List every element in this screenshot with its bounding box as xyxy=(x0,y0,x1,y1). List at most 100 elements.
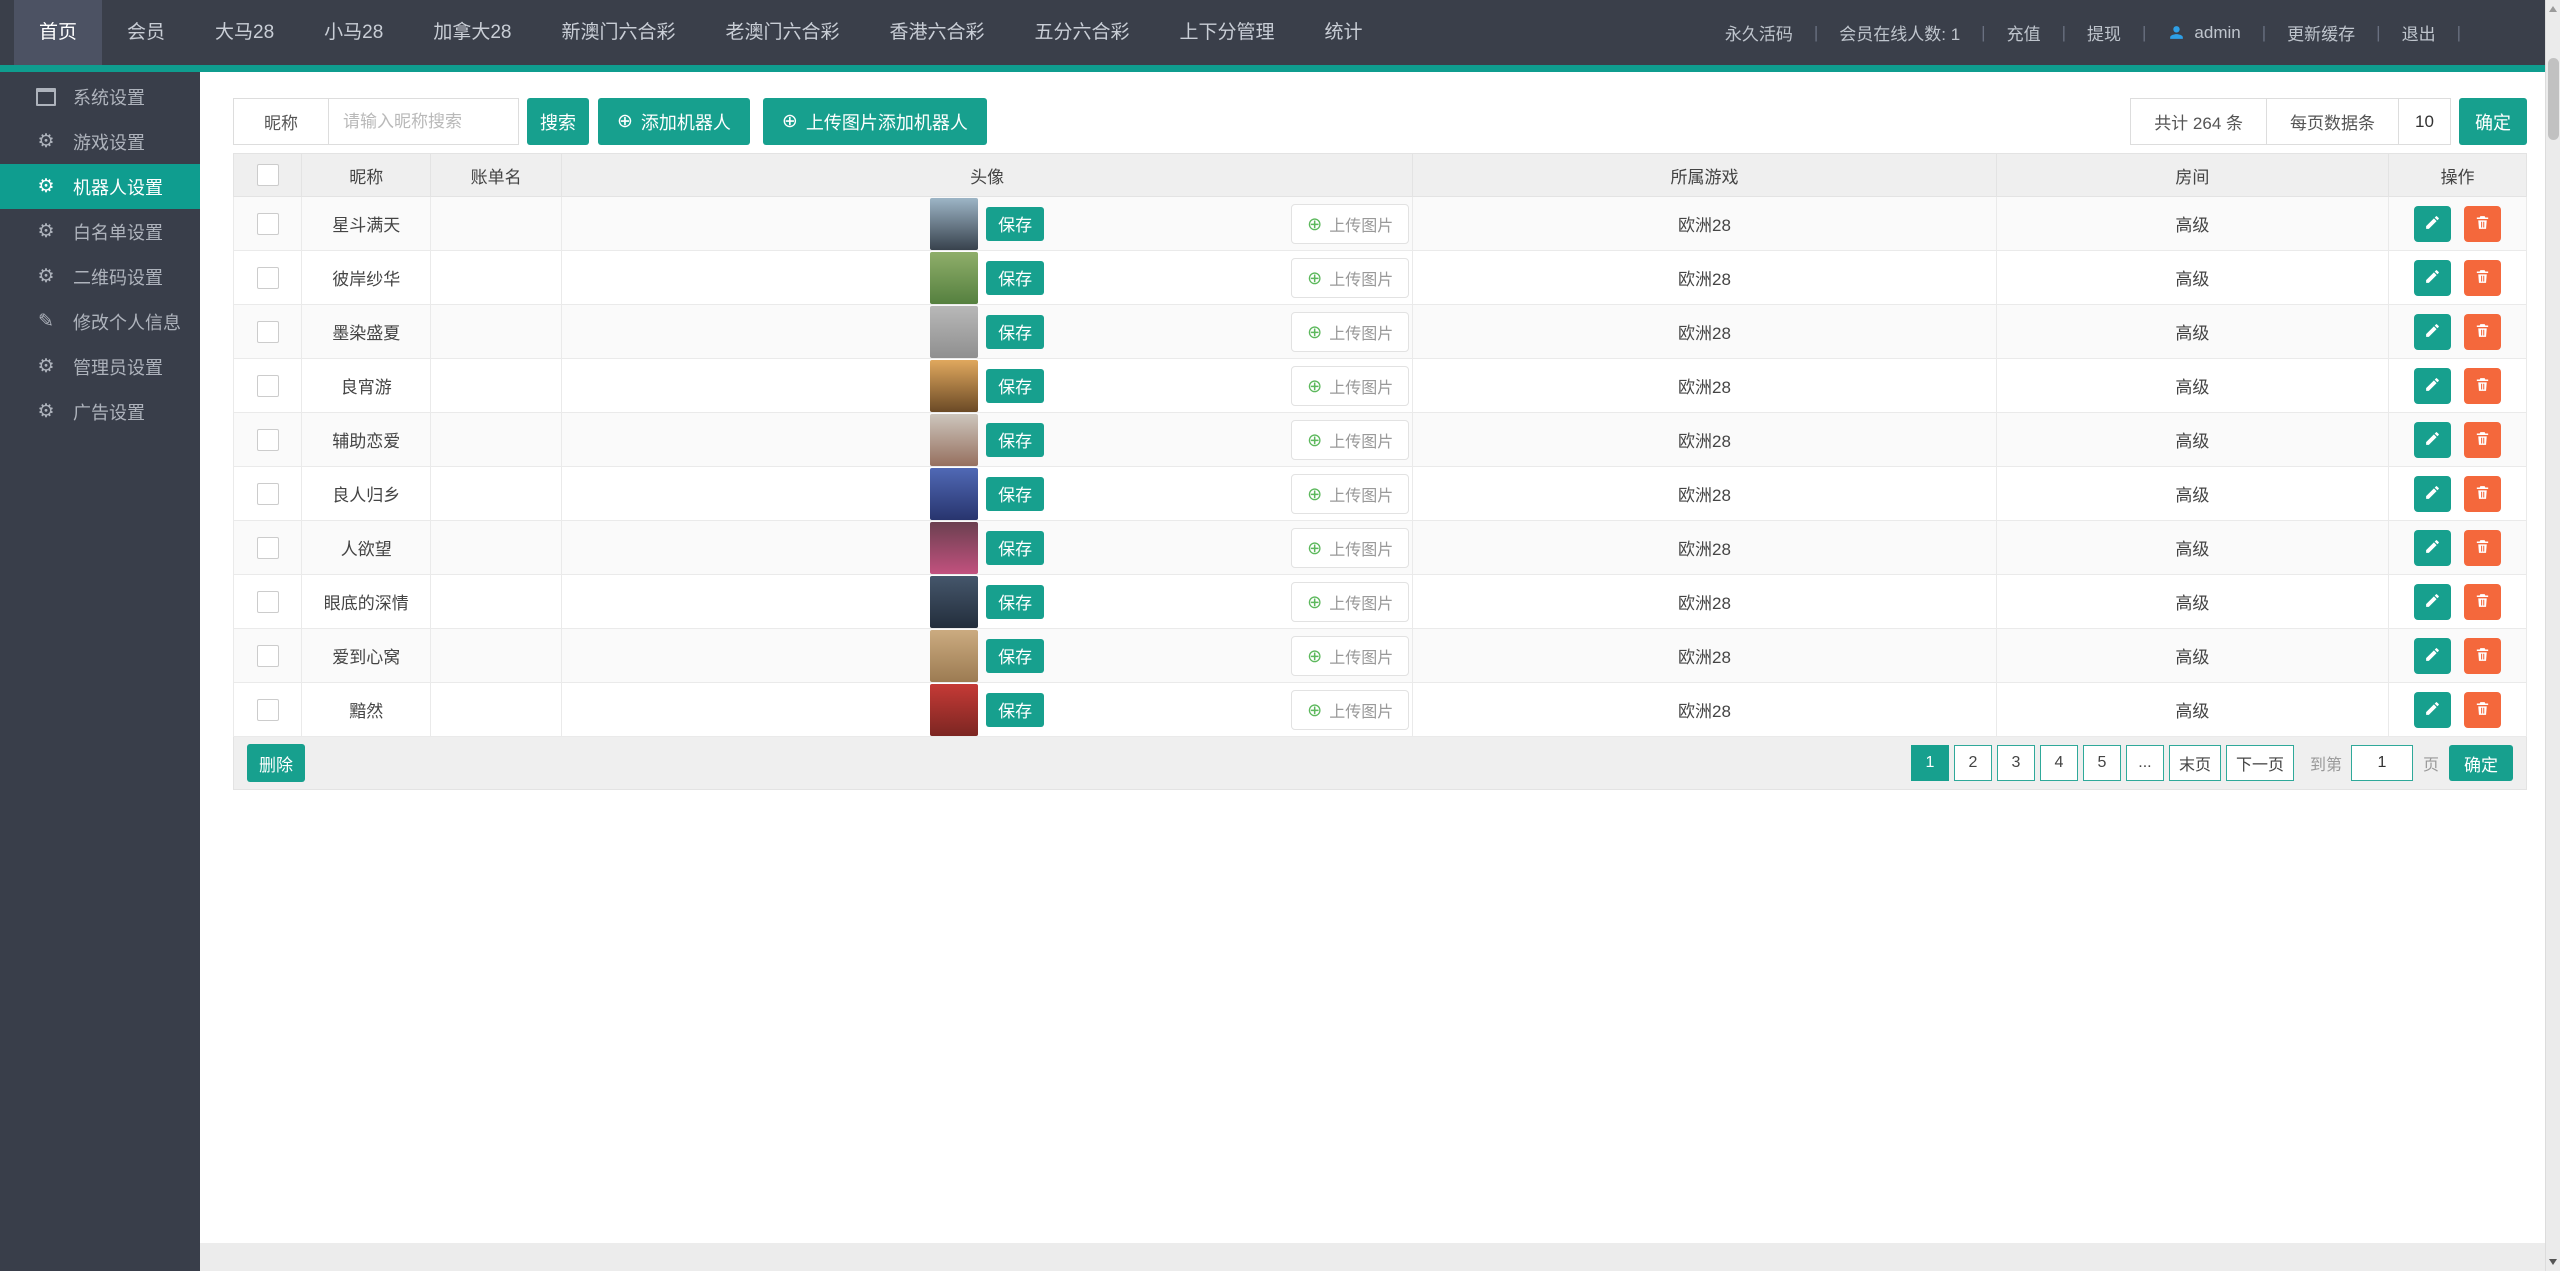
topbar-meta-item[interactable]: 退出 xyxy=(2402,20,2482,45)
add-robot-button[interactable]: ⊕ 添加机器人 xyxy=(598,98,750,145)
edit-button[interactable] xyxy=(2414,475,2452,512)
scroll-down-icon[interactable] xyxy=(2549,1259,2557,1265)
save-button[interactable]: 保存 xyxy=(986,422,1045,457)
page-button[interactable]: 下一页 xyxy=(2225,745,2294,781)
topbar-meta-item[interactable]: admin xyxy=(2167,23,2287,43)
upload-image-button[interactable]: ⊕ 上传图片 xyxy=(1291,582,1410,622)
upload-image-button[interactable]: ⊕ 上传图片 xyxy=(1291,690,1410,730)
upload-image-button[interactable]: ⊕ 上传图片 xyxy=(1291,258,1410,298)
save-button[interactable]: 保存 xyxy=(986,314,1045,349)
sidebar-item[interactable]: ⚙ 游戏设置 xyxy=(0,119,200,164)
save-button[interactable]: 保存 xyxy=(986,530,1045,565)
topbar-meta-item[interactable]: 会员在线人数: 1 xyxy=(1839,20,2006,45)
per-page-confirm-button[interactable]: 确定 xyxy=(2459,98,2527,145)
nav-tab[interactable]: 五分六合彩 xyxy=(1010,0,1155,65)
row-checkbox[interactable] xyxy=(256,428,279,451)
topbar-meta-item[interactable]: 提现 xyxy=(2087,20,2167,45)
save-button[interactable]: 保存 xyxy=(986,206,1045,241)
search-input[interactable] xyxy=(329,98,519,145)
upload-add-robot-button[interactable]: ⊕ 上传图片添加机器人 xyxy=(762,98,987,145)
save-button[interactable]: 保存 xyxy=(986,692,1045,727)
upload-image-button[interactable]: ⊕ 上传图片 xyxy=(1291,312,1410,352)
edit-button[interactable] xyxy=(2414,313,2452,350)
row-checkbox[interactable] xyxy=(256,212,279,235)
topbar-meta-item[interactable]: 永久活码 xyxy=(1725,20,1839,45)
page-button[interactable]: 3 xyxy=(1996,745,2035,781)
delete-row-button[interactable] xyxy=(2463,637,2501,674)
edit-button[interactable] xyxy=(2414,259,2452,296)
edit-button[interactable] xyxy=(2414,205,2452,242)
topbar-meta-item[interactable]: 更新缓存 xyxy=(2287,20,2401,45)
save-button[interactable]: 保存 xyxy=(986,638,1045,673)
row-checkbox[interactable] xyxy=(256,698,279,721)
delete-row-button[interactable] xyxy=(2463,691,2501,728)
edit-button[interactable] xyxy=(2414,421,2452,458)
nav-tab[interactable]: 统计 xyxy=(1300,0,1388,65)
delete-row-button[interactable] xyxy=(2463,529,2501,566)
page-button[interactable]: 5 xyxy=(2082,745,2121,781)
edit-button[interactable] xyxy=(2414,637,2452,674)
edit-button[interactable] xyxy=(2414,367,2452,404)
row-checkbox[interactable] xyxy=(256,266,279,289)
save-button[interactable]: 保存 xyxy=(986,260,1045,295)
upload-image-button[interactable]: ⊕ 上传图片 xyxy=(1291,528,1410,568)
edit-button[interactable] xyxy=(2414,583,2452,620)
page-button[interactable]: 2 xyxy=(1953,745,1992,781)
save-button[interactable]: 保存 xyxy=(986,584,1045,619)
delete-row-button[interactable] xyxy=(2463,313,2501,350)
nav-tab[interactable]: 小马28 xyxy=(299,0,408,65)
scrollbar-thumb[interactable] xyxy=(2548,58,2559,140)
delete-row-button[interactable] xyxy=(2463,205,2501,242)
sidebar-item[interactable]: ⚙ 广告设置 xyxy=(0,389,200,434)
scroll-up-icon[interactable] xyxy=(2549,6,2557,12)
row-checkbox[interactable] xyxy=(256,644,279,667)
row-checkbox[interactable] xyxy=(256,482,279,505)
nav-tab[interactable]: 上下分管理 xyxy=(1155,0,1300,65)
goto-confirm-button[interactable]: 确定 xyxy=(2449,745,2513,781)
row-checkbox[interactable] xyxy=(256,320,279,343)
upload-image-button[interactable]: ⊕ 上传图片 xyxy=(1291,420,1410,460)
page-button[interactable]: 末页 xyxy=(2168,745,2221,781)
nav-tab[interactable]: 首页 xyxy=(14,0,103,65)
bulk-delete-button[interactable]: 删除 xyxy=(247,744,305,782)
row-checkbox[interactable] xyxy=(256,536,279,559)
upload-image-button[interactable]: ⊕ 上传图片 xyxy=(1291,636,1410,676)
sidebar-item[interactable]: ⚙ 白名单设置 xyxy=(0,209,200,254)
main-area: 昵称 搜索 ⊕ 添加机器人 ⊕ 上传图片添加机器人 共计 264 条 xyxy=(200,72,2560,1271)
upload-image-button[interactable]: ⊕ 上传图片 xyxy=(1291,474,1410,514)
save-button[interactable]: 保存 xyxy=(986,368,1045,403)
sidebar-item[interactable]: 系统设置 xyxy=(0,74,200,119)
edit-button[interactable] xyxy=(2414,529,2452,566)
row-checkbox[interactable] xyxy=(256,374,279,397)
goto-page-input[interactable] xyxy=(2350,745,2413,781)
delete-row-button[interactable] xyxy=(2463,421,2501,458)
upload-image-button[interactable]: ⊕ 上传图片 xyxy=(1291,366,1410,406)
delete-row-button[interactable] xyxy=(2463,259,2501,296)
select-all-checkbox[interactable] xyxy=(256,164,279,186)
page-button[interactable]: ... xyxy=(2125,745,2164,781)
nav-tab[interactable]: 新澳门六合彩 xyxy=(536,0,700,65)
nav-tab[interactable]: 会员 xyxy=(102,0,190,65)
per-page-input[interactable] xyxy=(2398,99,2450,144)
topbar-meta-item[interactable]: 充值 xyxy=(2007,20,2087,45)
upload-image-button[interactable]: ⊕ 上传图片 xyxy=(1291,204,1410,244)
nav-tab[interactable]: 香港六合彩 xyxy=(864,0,1009,65)
nav-tab[interactable]: 老澳门六合彩 xyxy=(700,0,864,65)
sidebar-item[interactable]: ⚙ 机器人设置 xyxy=(0,164,200,209)
sidebar-item[interactable]: ✎ 修改个人信息 xyxy=(0,299,200,344)
save-button[interactable]: 保存 xyxy=(986,476,1045,511)
nav-tab[interactable]: 大马28 xyxy=(190,0,299,65)
delete-row-button[interactable] xyxy=(2463,475,2501,512)
row-checkbox[interactable] xyxy=(256,590,279,613)
delete-row-button[interactable] xyxy=(2463,583,2501,620)
vertical-scrollbar[interactable] xyxy=(2545,0,2560,1271)
sidebar-item[interactable]: ⚙ 二维码设置 xyxy=(0,254,200,299)
nav-tab[interactable]: 加拿大28 xyxy=(408,0,536,65)
sidebar-item[interactable]: ⚙ 管理员设置 xyxy=(0,344,200,389)
delete-row-button[interactable] xyxy=(2463,367,2501,404)
edit-button[interactable] xyxy=(2414,691,2452,728)
sidebar-item-label: 二维码设置 xyxy=(73,267,163,288)
search-button[interactable]: 搜索 xyxy=(527,98,589,145)
page-button[interactable]: 4 xyxy=(2039,745,2078,781)
page-button[interactable]: 1 xyxy=(1910,745,1949,781)
